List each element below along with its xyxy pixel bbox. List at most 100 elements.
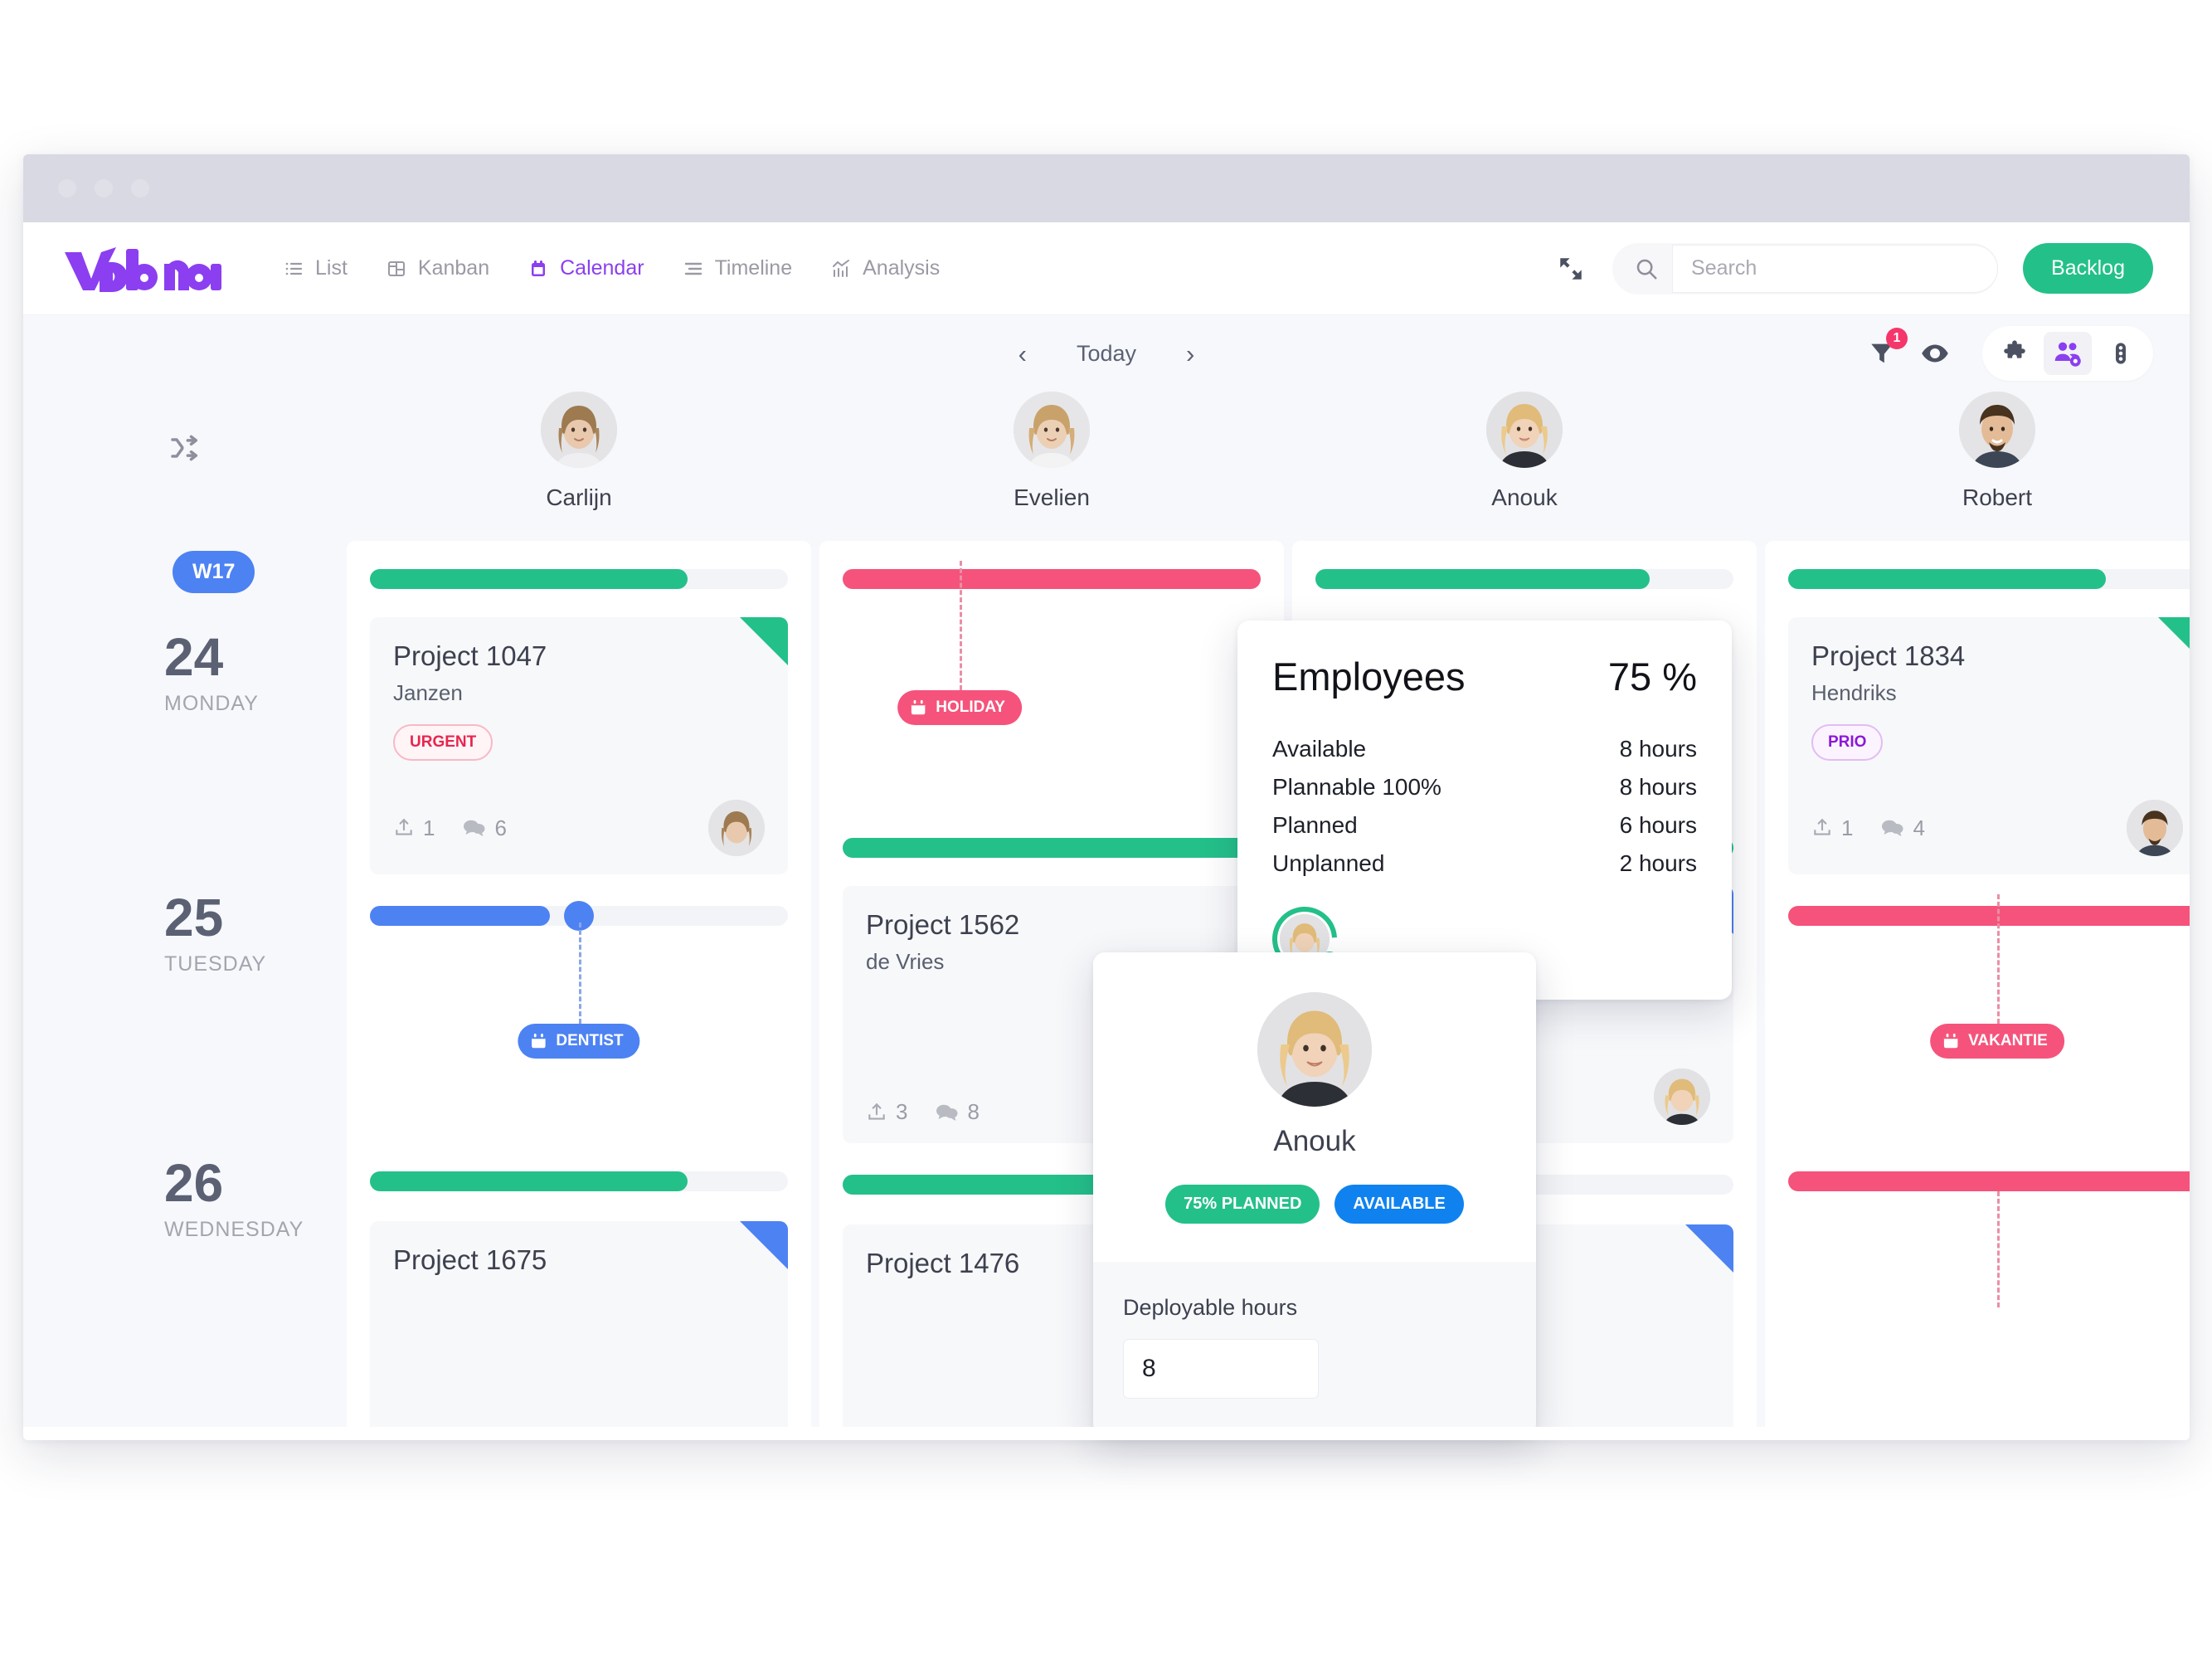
status-badge: PRIO bbox=[1811, 724, 1884, 761]
avatar bbox=[1486, 392, 1563, 468]
deployable-hours-input[interactable]: 8 bbox=[1123, 1339, 1319, 1399]
window-dot-maximize[interactable] bbox=[131, 179, 149, 197]
absence-badge[interactable]: VAKANTIE bbox=[1930, 1024, 2064, 1059]
stat-value: 8 hours bbox=[1619, 774, 1697, 800]
employee-name: Robert bbox=[1962, 484, 2033, 510]
day-cell-24: 24 MONDAY bbox=[164, 630, 259, 716]
project-card[interactable]: Project 1047 Janzen URGENT 1 6 bbox=[370, 617, 788, 874]
capacity-bar bbox=[1788, 1171, 2190, 1191]
planned-pill[interactable]: 75% PLANNED bbox=[1165, 1185, 1320, 1224]
capacity-bar bbox=[1788, 569, 2190, 589]
backlog-button[interactable]: Backlog bbox=[2023, 243, 2153, 294]
employee-column-robert: Project 1834 Hendriks PRIO 1 4 VAKANTIE bbox=[1765, 541, 2190, 1440]
absence-connector bbox=[579, 922, 581, 1024]
capacity-bar-fill bbox=[1788, 906, 2190, 926]
search-bar[interactable]: Search bbox=[1612, 242, 1999, 295]
absence-badge[interactable]: DENTIST bbox=[518, 1024, 640, 1059]
toolbar-actions: 1 bbox=[1864, 326, 2153, 381]
project-card[interactable]: Project 1675 bbox=[370, 1221, 788, 1440]
day-slot[interactable]: Project 1675 bbox=[370, 1140, 788, 1440]
day-name: WEDNESDAY bbox=[164, 1218, 304, 1241]
capacity-bar-fill bbox=[843, 569, 1261, 589]
expand-icon[interactable] bbox=[1554, 252, 1587, 285]
tab-analysis-label: Analysis bbox=[863, 256, 941, 280]
employees-popover-header: Employees 75 % bbox=[1272, 654, 1697, 699]
tab-calendar[interactable]: Calendar bbox=[527, 256, 644, 280]
today-button[interactable]: Today bbox=[1077, 341, 1136, 367]
absence-label: HOLIDAY bbox=[936, 699, 1005, 716]
card-corner-flag bbox=[740, 1221, 788, 1269]
avatar bbox=[1014, 392, 1090, 468]
vplan-logo[interactable] bbox=[63, 246, 225, 292]
visibility-button[interactable] bbox=[1918, 336, 1952, 371]
employee-header-anouk[interactable]: Anouk bbox=[1292, 392, 1757, 511]
stat-label: Planned bbox=[1272, 812, 1358, 838]
day-slot[interactable]: VAKANTIE bbox=[1788, 874, 2190, 1140]
project-title: Project 1562 bbox=[866, 909, 1020, 940]
profile-popover-top: Anouk 75% PLANNED AVAILABLE bbox=[1093, 952, 1536, 1262]
absence-connector bbox=[960, 561, 963, 690]
comment-count: 8 bbox=[967, 1099, 980, 1124]
search-input[interactable]: Search bbox=[1672, 244, 1999, 293]
filter-button[interactable]: 1 bbox=[1864, 328, 1908, 371]
employee-name: Carlijn bbox=[546, 484, 612, 510]
tab-list[interactable]: List bbox=[283, 256, 348, 280]
day-slot[interactable]: HOLIDAY bbox=[843, 541, 1261, 806]
assignee-avatar bbox=[708, 800, 765, 856]
day-name: MONDAY bbox=[164, 692, 259, 715]
employee-name: Anouk bbox=[1491, 484, 1558, 510]
shuffle-icon[interactable] bbox=[168, 431, 202, 465]
project-client: Hendriks bbox=[1811, 680, 1897, 705]
stat-value: 8 hours bbox=[1619, 736, 1697, 762]
avatar bbox=[541, 392, 617, 468]
day-slot[interactable] bbox=[1788, 1140, 2190, 1307]
absence-connector bbox=[1997, 1191, 2000, 1307]
assignee-avatar bbox=[1654, 1069, 1710, 1125]
day-slot[interactable]: Project 1047 Janzen URGENT 1 6 bbox=[370, 541, 788, 874]
day-name: TUESDAY bbox=[164, 952, 267, 976]
stat-label: Plannable 100% bbox=[1272, 774, 1441, 800]
stat-label: Available bbox=[1272, 736, 1367, 762]
employee-header-evelien[interactable]: Evelien bbox=[819, 392, 1284, 511]
comment-count: 6 bbox=[494, 815, 507, 840]
avatar bbox=[1959, 392, 2035, 468]
day-number: 26 bbox=[164, 1153, 224, 1213]
profile-name: Anouk bbox=[1273, 1125, 1356, 1157]
tab-timeline[interactable]: Timeline bbox=[683, 256, 792, 280]
day-number: 25 bbox=[164, 888, 224, 947]
window-dot-minimize[interactable] bbox=[95, 179, 113, 197]
project-card[interactable]: Project 1834 Hendriks PRIO 1 4 bbox=[1788, 617, 2190, 874]
employees-view-button[interactable] bbox=[2044, 332, 2092, 375]
employee-header-robert[interactable]: Robert bbox=[1765, 392, 2190, 511]
capacity-bar bbox=[843, 838, 1261, 858]
next-period-button[interactable]: › bbox=[1179, 338, 1201, 370]
tab-kanban[interactable]: Kanban bbox=[386, 256, 489, 280]
window-titlebar bbox=[23, 154, 2190, 222]
available-pill[interactable]: AVAILABLE bbox=[1334, 1185, 1464, 1224]
eye-icon bbox=[1922, 344, 1948, 363]
week-badge[interactable]: W17 bbox=[173, 551, 255, 593]
more-options-button[interactable] bbox=[2097, 332, 2145, 375]
upload-icon bbox=[396, 818, 412, 835]
profile-popover: Anouk 75% PLANNED AVAILABLE Deployable h… bbox=[1093, 952, 1536, 1435]
absence-badge[interactable]: HOLIDAY bbox=[897, 690, 1022, 725]
integrations-button[interactable] bbox=[1991, 332, 2039, 375]
attachment-metric: 3 bbox=[866, 1099, 907, 1125]
board-gutter-header bbox=[23, 392, 347, 465]
app-header: List Kanban Calendar Timeline Analysis S… bbox=[23, 222, 2190, 315]
view-mode-group bbox=[1982, 326, 2153, 381]
day-slot[interactable]: Project 1834 Hendriks PRIO 1 4 bbox=[1788, 541, 2190, 874]
list-icon bbox=[283, 258, 304, 280]
window-dot-close[interactable] bbox=[58, 179, 76, 197]
attachment-count: 1 bbox=[1841, 815, 1854, 840]
day-slot[interactable]: DENTIST bbox=[370, 874, 788, 1140]
employee-column-headers: Carlijn Evelien Anouk Robert bbox=[23, 392, 2190, 541]
employees-popover: Employees 75 % Available 8 hours Plannab… bbox=[1237, 621, 1732, 1000]
employee-header-carlijn[interactable]: Carlijn bbox=[347, 392, 811, 511]
tab-analysis[interactable]: Analysis bbox=[830, 256, 940, 280]
prev-period-button[interactable]: ‹ bbox=[1012, 338, 1033, 370]
board-bottom-fade bbox=[23, 1427, 2190, 1440]
popover-arrow bbox=[1302, 952, 1327, 953]
assignee-avatar bbox=[2127, 800, 2183, 856]
capacity-bar-fill bbox=[370, 906, 550, 926]
